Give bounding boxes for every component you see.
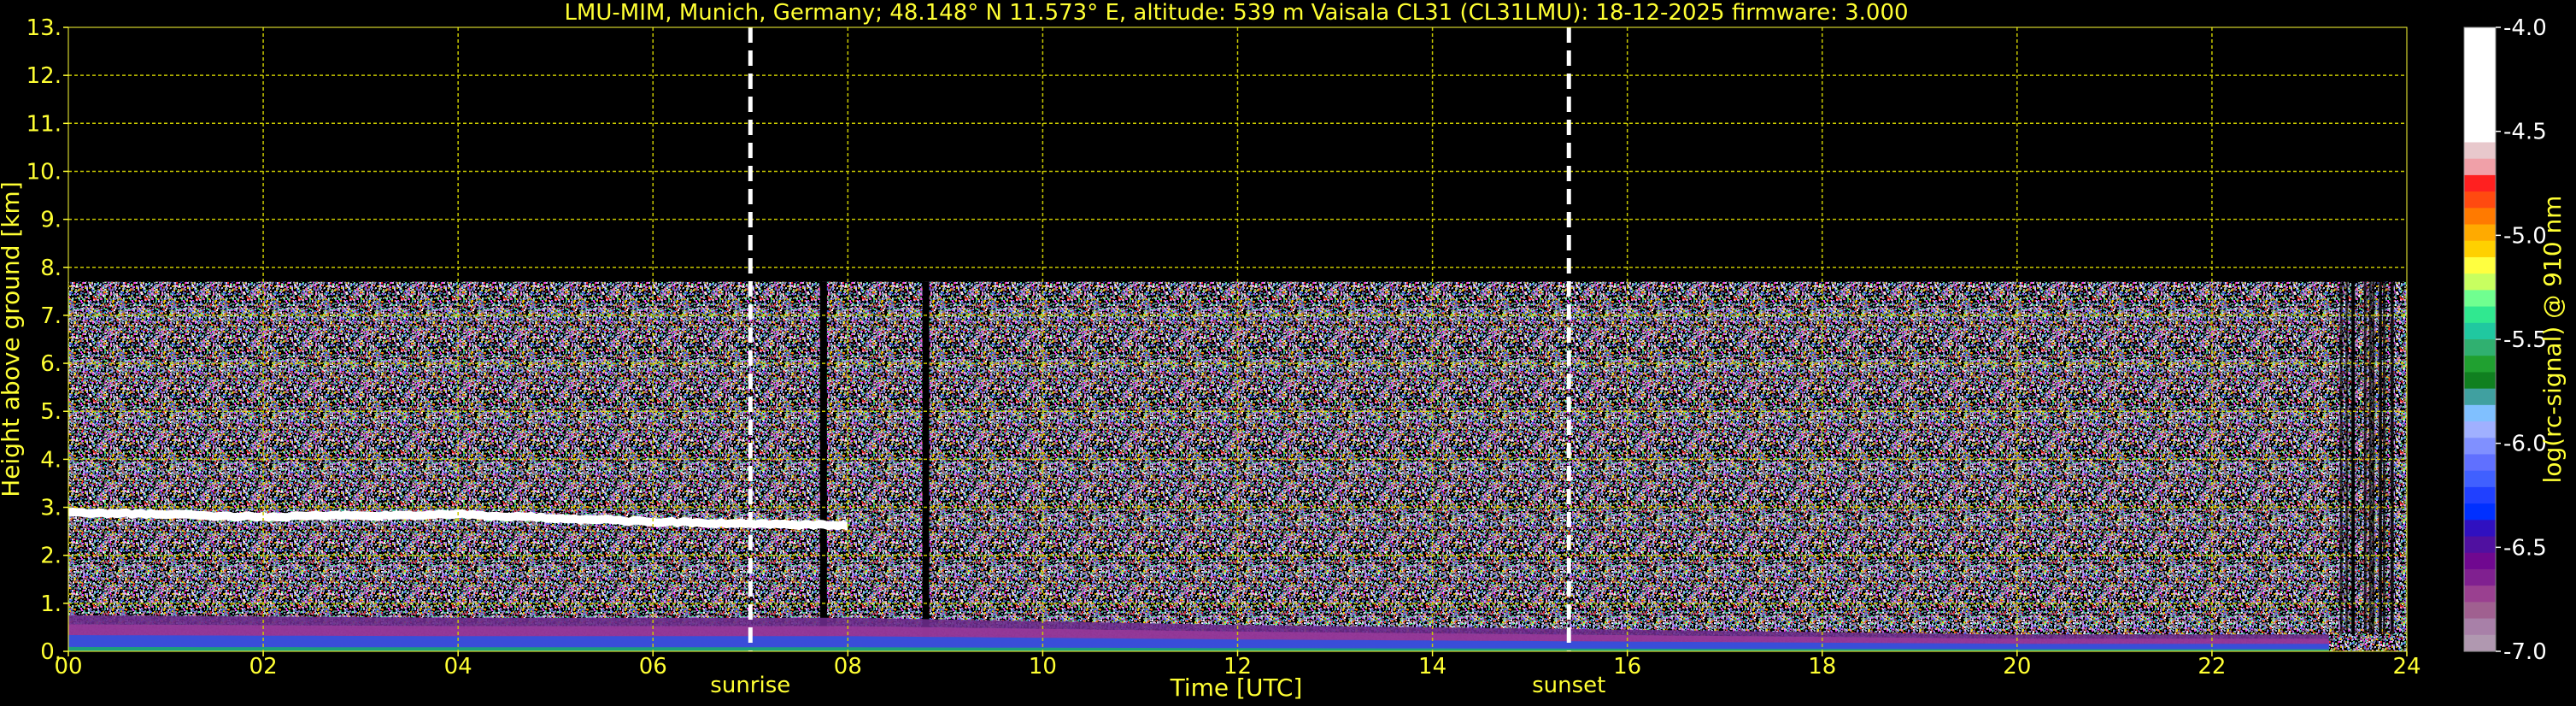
data-gap (819, 281, 827, 651)
y-ticks: 0. 1. 2. 3. 4. 5. 6. 7. 8. 9. 10. 11. 12. 13. (26, 15, 68, 665)
colorbar-tick-label: -7.0 (2503, 639, 2547, 665)
y-tick-label: 3. (40, 496, 62, 521)
y-tick-label: 4. (40, 447, 62, 473)
y-tick-label: 1. (40, 591, 62, 617)
colorbar-segment (2464, 470, 2496, 488)
colorbar-segment (2464, 322, 2496, 340)
colorbar (2463, 26, 2497, 652)
y-tick-label: 6. (40, 351, 62, 377)
sunrise-label: sunrise (710, 673, 790, 698)
colorbar-segment (2464, 240, 2496, 258)
colorbar-segment (2464, 552, 2496, 570)
x-axis-label: Time [UTC] (1170, 674, 1303, 702)
data-stripe (2363, 281, 2367, 634)
data-stripe (2382, 281, 2385, 634)
y-tick-label: 13. (26, 15, 62, 41)
data-stripe (2368, 281, 2372, 634)
colorbar-segment (2464, 503, 2496, 521)
colorbar-segment (2464, 602, 2496, 620)
x-tick-label: 14 (1418, 654, 1446, 680)
colorbar-segment (2464, 404, 2496, 422)
y-tick-label: 9. (40, 208, 62, 233)
colorbar-segment (2464, 438, 2496, 456)
x-tick-label: 16 (1613, 654, 1641, 680)
colorbar-segment (2464, 306, 2496, 324)
data-gap (922, 281, 930, 651)
colorbar-segment (2464, 158, 2496, 176)
colorbar-label: log(rc-signal) @ 910 nm (2538, 196, 2567, 484)
colorbar-segment (2464, 520, 2496, 538)
colorbar-segment (2464, 536, 2496, 554)
y-tick-label: 10. (26, 159, 62, 185)
y-axis-label: Height above ground [km] (0, 181, 25, 497)
data-stripe (2379, 281, 2383, 634)
x-tick-label: 24 (2392, 654, 2421, 680)
x-tick-label: 04 (444, 654, 472, 680)
sunset-label: sunset (1532, 673, 1605, 698)
y-tick-label: 7. (40, 303, 62, 329)
x-tick-label: 20 (2003, 654, 2031, 680)
colorbar-segment (2464, 92, 2496, 110)
y-tick-label: 11. (26, 111, 62, 137)
colorbar-segment (2464, 618, 2496, 636)
data-stripe (2350, 281, 2354, 634)
y-tick-label: 12. (26, 63, 62, 89)
x-tick-label: 02 (249, 654, 278, 680)
colorbar-segment (2464, 356, 2496, 374)
x-tick-label: 08 (834, 654, 862, 680)
colorbar-segment (2464, 224, 2496, 242)
colorbar-segment (2464, 142, 2496, 160)
data-stripe (2391, 281, 2394, 634)
x-tick-label: 22 (2198, 654, 2226, 680)
colorbar-segment (2464, 274, 2496, 291)
x-tick-label: 06 (639, 654, 667, 680)
colorbar-segment (2464, 339, 2496, 356)
colorbar-segment (2464, 44, 2496, 62)
colorbar-segment (2464, 256, 2496, 274)
colorbar-segment (2464, 191, 2496, 209)
y-tick-label: 0. (40, 639, 62, 665)
colorbar-segment (2464, 126, 2496, 144)
colorbar-segment (2464, 634, 2496, 652)
colorbar-tick-label: -4.5 (2503, 120, 2547, 145)
colorbar-segment (2464, 109, 2496, 126)
colorbar-segment (2464, 174, 2496, 192)
colorbar-segment (2464, 372, 2496, 390)
colorbar-tick-label: -6.5 (2503, 535, 2547, 561)
data-stripe (2339, 281, 2343, 634)
colorbar-segment (2464, 76, 2496, 94)
colorbar-segment (2464, 60, 2496, 78)
chart-title: LMU-MIM, Munich, Germany; 48.148° N 11.5… (564, 0, 1908, 26)
colorbar-segment (2464, 486, 2496, 504)
data-stripe (2372, 281, 2375, 634)
data-stripe (2345, 281, 2349, 634)
x-tick-label: 10 (1029, 654, 1057, 680)
colorbar-segment (2464, 454, 2496, 472)
colorbar-segment (2464, 421, 2496, 438)
y-tick-label: 5. (40, 399, 62, 425)
y-tick-label: 2. (40, 544, 62, 569)
y-tick-label: 8. (40, 256, 62, 281)
colorbar-segment (2464, 290, 2496, 308)
ceilometer-chart: LMU-MIM, Munich, Germany; 48.148° N 11.5… (0, 0, 2567, 702)
colorbar-segment (2464, 208, 2496, 226)
colorbar-segment (2464, 568, 2496, 586)
colorbar-segment (2464, 388, 2496, 406)
colorbar-tick-label: -4.0 (2503, 15, 2547, 41)
colorbar-segment (2464, 27, 2496, 44)
x-tick-label: 18 (1808, 654, 1836, 680)
colorbar-segment (2464, 585, 2496, 603)
